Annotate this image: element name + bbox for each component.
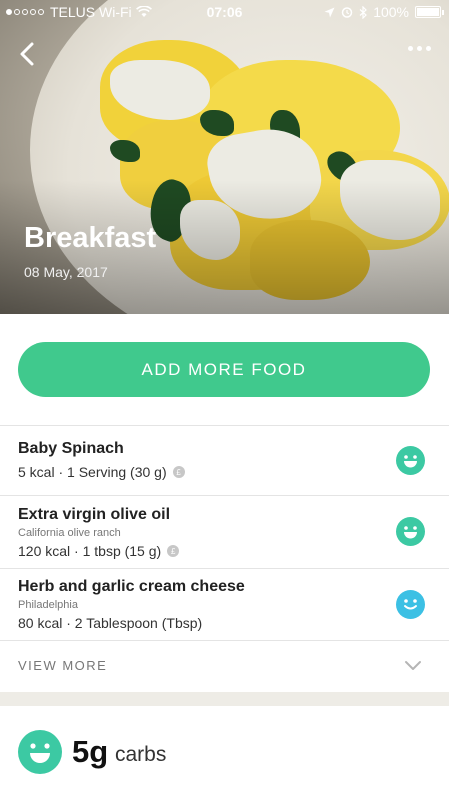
divider <box>0 640 449 641</box>
food-name: Extra virgin olive oil <box>18 506 171 523</box>
food-brand: Philadelphia <box>18 599 78 611</box>
happy-face-icon <box>18 730 62 774</box>
add-more-food-button[interactable]: ADD MORE FOOD <box>18 342 430 397</box>
back-button[interactable] <box>14 40 42 68</box>
food-item-baby-spinach[interactable]: Baby Spinach 5 kcal · 1 Serving (30 g) £ <box>0 426 449 495</box>
food-info: 80 kcal · 2 Tablespoon (Tbsp) <box>18 615 202 631</box>
food-name: Herb and garlic cream cheese <box>18 578 245 595</box>
chevron-down-icon[interactable] <box>404 658 422 672</box>
food-name: Baby Spinach <box>18 440 124 457</box>
food-info: 5 kcal · 1 Serving (30 g) £ <box>18 464 185 480</box>
battery-percent: 100% <box>373 4 409 20</box>
carbs-label: carbs <box>115 743 167 766</box>
food-brand: California olive ranch <box>18 527 121 539</box>
more-options-icon[interactable] <box>403 38 435 58</box>
smile-face-icon <box>396 590 425 619</box>
food-info: 120 kcal · 1 tbsp (15 g) £ <box>18 543 180 559</box>
carbs-value: 5g <box>72 734 109 769</box>
info-icon[interactable]: £ <box>167 545 180 557</box>
food-item-cream-cheese[interactable]: Herb and garlic cream cheese Philadelphi… <box>0 569 449 640</box>
happy-face-icon <box>396 446 425 475</box>
bluetooth-icon <box>359 5 368 19</box>
status-bar: TELUS Wi-Fi 07:06 100% <box>0 0 449 24</box>
status-right: 100% <box>324 4 444 20</box>
happy-face-icon <box>396 517 425 546</box>
food-info-text: 5 kcal · 1 Serving (30 g) <box>18 464 167 480</box>
section-separator <box>0 692 449 706</box>
location-arrow-icon <box>324 7 335 17</box>
battery-icon <box>415 6 444 18</box>
food-info-text: 80 kcal · 2 Tablespoon (Tbsp) <box>18 615 203 631</box>
meal-title: Breakfast <box>24 222 157 254</box>
meal-date: 08 May, 2017 <box>24 264 108 280</box>
food-info-text: 120 kcal · 1 tbsp (15 g) <box>18 543 162 559</box>
chevron-left-icon <box>20 42 34 66</box>
food-item-olive-oil[interactable]: Extra virgin olive oil California olive … <box>0 496 449 568</box>
carbs-summary: 5g carbs <box>0 706 449 800</box>
view-more-button[interactable]: VIEW MORE <box>18 658 107 673</box>
alarm-icon <box>341 7 353 18</box>
info-icon[interactable]: £ <box>172 466 185 478</box>
